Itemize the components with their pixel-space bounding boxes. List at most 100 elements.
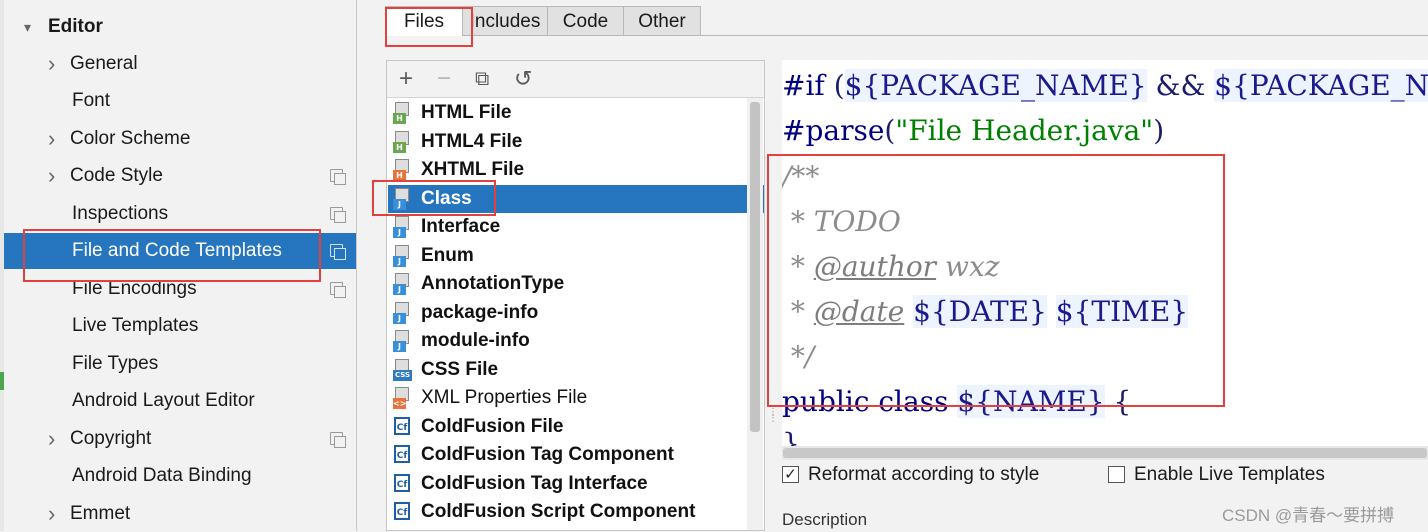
html-file-icon: H	[393, 159, 412, 181]
sidebar-item-copyright[interactable]: › Copyright	[4, 421, 356, 457]
java-file-icon: J	[393, 301, 412, 324]
chevron-right-icon[interactable]: ›	[48, 158, 55, 194]
code-token-plain: )	[1153, 114, 1165, 147]
live-templates-checkbox[interactable]	[1108, 466, 1125, 483]
splitter-handle[interactable]: ⋮ ⋮	[768, 408, 778, 434]
template-item-html4-file[interactable]: H HTML4 File	[388, 128, 764, 156]
sidebar-item-live-templates[interactable]: Live Templates	[4, 308, 356, 344]
template-item-label: module-info	[421, 330, 530, 351]
css-file-icon: CSS	[393, 358, 412, 381]
code-line[interactable]: #parse("File Header.java")	[782, 111, 1164, 151]
chevron-right-icon[interactable]: ›	[48, 421, 55, 457]
project-scope-icon	[330, 169, 346, 185]
code-token-kw: #if	[782, 69, 834, 102]
reformat-label[interactable]: Reformat according to style	[808, 461, 1039, 489]
template-item-module-info[interactable]: Jmodule-info	[388, 327, 764, 355]
template-item-label: ColdFusion Script Component	[421, 501, 696, 522]
template-item-label: XML Properties File	[421, 387, 588, 408]
tab-includes[interactable]: Includes	[462, 6, 548, 35]
xml-file-icon: <>	[393, 387, 412, 409]
template-item-label: ColdFusion Tag Interface	[421, 472, 648, 494]
template-item-package-info[interactable]: Jpackage-info	[388, 299, 764, 327]
sidebar-item-label: Android Data Binding	[72, 465, 252, 486]
sidebar-item-android-data-binding[interactable]: Android Data Binding	[4, 458, 356, 494]
template-item-label: package-info	[421, 301, 539, 323]
code-token-plain: &&	[1146, 69, 1215, 102]
sidebar-item-font[interactable]: Font	[4, 83, 356, 119]
tab-code[interactable]: Code	[547, 6, 624, 35]
project-scope-icon	[330, 207, 346, 223]
coldfusion-file-icon: Cf	[393, 416, 412, 438]
html-file-icon: H	[393, 130, 412, 153]
template-item-annotationtype[interactable]: J AnnotationType	[388, 270, 764, 298]
plus-icon[interactable]: +	[399, 65, 413, 93]
html-file-icon: H	[393, 102, 412, 124]
sidebar-item-emmet[interactable]: › Emmet	[4, 496, 356, 532]
annotation-box-class	[372, 180, 496, 216]
chevron-right-icon[interactable]: ›	[48, 46, 55, 82]
template-item-label: Enum	[421, 244, 474, 266]
code-token-plain: (	[833, 69, 845, 102]
code-line[interactable]: }	[782, 424, 800, 446]
template-item-label: ColdFusion Tag Component	[421, 444, 674, 465]
java-file-icon: J	[393, 216, 412, 238]
sidebar-item-label: Emmet	[70, 503, 131, 524]
code-token-var: ${PACKAGE_NAME}	[1214, 69, 1428, 102]
template-item-interface[interactable]: J Interface	[388, 213, 764, 241]
code-line[interactable]: #if (${PACKAGE_NAME} && ${PACKAGE_NAME} …	[782, 66, 1428, 106]
sidebar-item-android-layout-editor[interactable]: Android Layout Editor	[4, 383, 356, 419]
chevron-right-icon[interactable]: ›	[48, 496, 55, 532]
coldfusion-file-icon: Cf	[393, 444, 412, 466]
template-item-label: CSS File	[421, 358, 499, 380]
watermark: CSDN @青春～要拼搏	[1222, 506, 1395, 525]
sidebar-item-color-scheme[interactable]: › Color Scheme	[4, 121, 356, 157]
editor-horizontal-scrollbar[interactable]	[782, 446, 1428, 460]
sidebar-item-file-types[interactable]: File Types	[4, 346, 356, 382]
chevron-right-icon[interactable]: ›	[48, 121, 55, 157]
live-templates-label[interactable]: Enable Live Templates	[1134, 461, 1325, 489]
coldfusion-file-icon: Cf	[393, 473, 412, 495]
minus-icon[interactable]: −	[437, 65, 451, 93]
list-toolbar: + − ⧉ ↺	[387, 61, 764, 98]
sidebar-item-general[interactable]: › General	[4, 46, 356, 82]
undo-icon[interactable]: ↺	[514, 65, 532, 93]
template-item-coldfusion-tag-interface[interactable]: Cf ColdFusion Tag Interface	[388, 470, 764, 498]
list-scroll-thumb[interactable]	[750, 102, 760, 432]
sidebar-item-label: Editor	[48, 16, 103, 37]
annotation-box-comment	[767, 154, 1225, 407]
template-item-coldfusion-script-component[interactable]: Cf ColdFusion Script Component	[388, 498, 764, 526]
template-item-enum[interactable]: J Enum	[388, 242, 764, 270]
editor-scroll-thumb[interactable]	[783, 448, 1427, 458]
sidebar-item-code-style[interactable]: › Code Style	[4, 158, 356, 194]
code-token-var: ${PACKAGE_NAME}	[844, 69, 1147, 102]
copy-icon[interactable]: ⧉	[475, 65, 489, 93]
template-item-label: HTML File	[421, 102, 512, 123]
sidebar-item-inspections[interactable]: Inspections	[4, 196, 356, 232]
template-item-html-file[interactable]: H HTML File	[388, 99, 764, 127]
chevron-down-icon[interactable]: ▾	[24, 9, 31, 45]
template-item-coldfusion-file[interactable]: Cf ColdFusion File	[388, 413, 764, 441]
annotation-box-file-code-templates	[23, 229, 321, 282]
code-token-str: "File Header.java"	[895, 114, 1154, 147]
list-scrollbar[interactable]	[747, 98, 763, 530]
sidebar-item-label: Android Layout Editor	[72, 390, 255, 411]
coldfusion-file-icon: Cf	[393, 501, 412, 523]
sidebar-item-label: Live Templates	[72, 315, 199, 336]
template-item-label: HTML4 File	[421, 130, 523, 152]
project-scope-icon	[330, 244, 346, 260]
java-file-icon: J	[393, 244, 412, 267]
project-scope-icon	[330, 282, 346, 298]
sidebar-item-editor[interactable]: ▾ Editor	[4, 9, 356, 45]
annotation-box-files-tab	[385, 7, 473, 47]
templates-list: + − ⧉ ↺ H HTML File H HTML4 File H XHTML File…	[386, 60, 765, 531]
template-item-xml-properties-file[interactable]: <> XML Properties File	[388, 384, 764, 412]
template-item-css-file[interactable]: CSS CSS File	[388, 356, 764, 384]
sidebar-item-label: Color Scheme	[70, 128, 191, 149]
template-item-label: ColdFusion File	[421, 415, 564, 437]
java-file-icon: J	[393, 330, 412, 352]
code-token-plain: }	[782, 427, 800, 446]
reformat-checkbox[interactable]: ✓	[782, 466, 799, 483]
tab-other[interactable]: Other	[623, 6, 701, 35]
template-item-coldfusion-tag-component[interactable]: Cf ColdFusion Tag Component	[388, 441, 764, 469]
template-item-label: AnnotationType	[421, 273, 565, 294]
